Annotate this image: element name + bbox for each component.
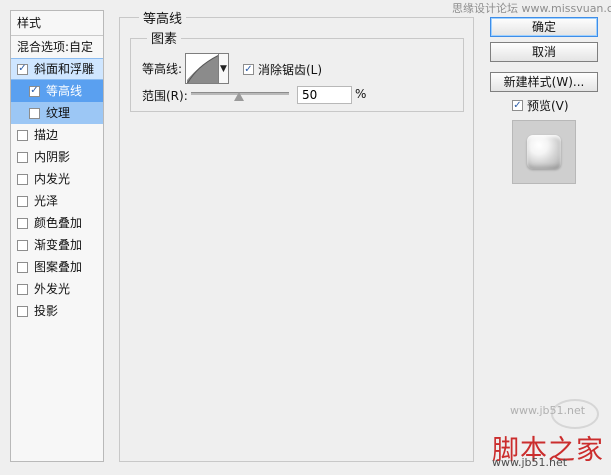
elements-group-title: 图素 [147,28,182,47]
range-unit: % [355,87,367,101]
bevel-preview-icon [527,135,561,169]
inner-shadow-checkbox[interactable] [17,151,28,163]
preview-option[interactable]: ✓ 预览(V) [512,97,569,114]
sidebar-item-blending-options[interactable]: 混合选项:自定 [11,36,103,58]
sidebar-item-label: 内阴影 [34,150,71,164]
range-label: 范围(R): [142,89,188,103]
texture-checkbox[interactable] [29,107,40,119]
bottom-watermark-url: www.jb51.net [492,456,568,469]
sidebar-item-label: 描边 [34,128,59,142]
layer-style-dialog: 思缘设计论坛 www.missvuan.com 样式 混合选项:自定 ✓ 斜面和… [0,0,611,475]
secondary-watermark-url: www.jb51.net [510,404,586,417]
sidebar-item-label: 渐变叠加 [34,238,83,252]
sidebar-item-contour[interactable]: ✓ 等高线 [11,80,103,102]
pattern-overlay-checkbox[interactable] [17,261,28,273]
range-input[interactable] [297,86,352,104]
preview-label: 预览(V) [527,99,569,113]
range-slider-thumb[interactable] [234,92,244,101]
drop-shadow-checkbox[interactable] [17,305,28,317]
contour-curve-icon [187,54,218,83]
preview-checkbox[interactable]: ✓ [512,100,523,111]
sidebar-item-satin[interactable]: 光泽 [11,190,103,212]
sidebar-item-gradient-overlay[interactable]: 渐变叠加 [11,234,103,256]
contour-curve-preview[interactable] [185,53,219,84]
sidebar-item-label: 光泽 [34,194,59,208]
sidebar-item-label: 混合选项:自定 [17,40,94,54]
contour-label: 等高线: [142,62,183,76]
sidebar-item-inner-glow[interactable]: 内发光 [11,168,103,190]
sidebar-item-label: 等高线 [46,84,83,98]
gradient-overlay-checkbox[interactable] [17,239,28,251]
styles-sidebar: 样式 混合选项:自定 ✓ 斜面和浮雕 ✓ 等高线 纹理 描边 内阴影 内发光 光… [10,10,104,462]
sidebar-item-drop-shadow[interactable]: 投影 [11,300,103,322]
anti-alias-label: 消除锯齿(L) [258,63,323,77]
sidebar-item-pattern-overlay[interactable]: 图案叠加 [11,256,103,278]
anti-alias-checkbox[interactable]: ✓ [243,64,254,75]
new-style-button[interactable]: 新建样式(W)... [490,72,598,92]
contour-checkbox[interactable]: ✓ [29,85,40,97]
anti-alias-option[interactable]: ✓ 消除锯齿(L) [243,61,322,78]
sidebar-item-label: 外发光 [34,282,71,296]
sidebar-item-texture[interactable]: 纹理 [11,102,103,124]
sidebar-item-label: 颜色叠加 [34,216,83,230]
color-overlay-checkbox[interactable] [17,217,28,229]
top-watermark: 思缘设计论坛 www.missvuan.com [452,2,611,15]
inner-glow-checkbox[interactable] [17,173,28,185]
satin-checkbox[interactable] [17,195,28,207]
sidebar-item-label: 图案叠加 [34,260,83,274]
sidebar-item-inner-shadow[interactable]: 内阴影 [11,146,103,168]
bevel-emboss-checkbox[interactable]: ✓ [17,63,28,75]
sidebar-item-label: 内发光 [34,172,71,186]
styles-title: 样式 [11,11,103,36]
sidebar-item-stroke[interactable]: 描边 [11,124,103,146]
sidebar-item-color-overlay[interactable]: 颜色叠加 [11,212,103,234]
sidebar-item-label: 投影 [34,304,59,318]
sidebar-item-outer-glow[interactable]: 外发光 [11,278,103,300]
sidebar-item-label: 纹理 [46,106,71,120]
sidebar-item-label: 斜面和浮雕 [34,62,95,76]
style-preview-box [512,120,576,184]
cancel-button[interactable]: 取消 [490,42,598,62]
outer-glow-checkbox[interactable] [17,283,28,295]
contour-dropdown-button[interactable]: ▼ [219,53,229,84]
sidebar-item-bevel-emboss[interactable]: ✓ 斜面和浮雕 [11,58,103,80]
contour-group-title: 等高线 [139,8,187,27]
stroke-checkbox[interactable] [17,129,28,141]
ok-button[interactable]: 确定 [490,17,598,37]
